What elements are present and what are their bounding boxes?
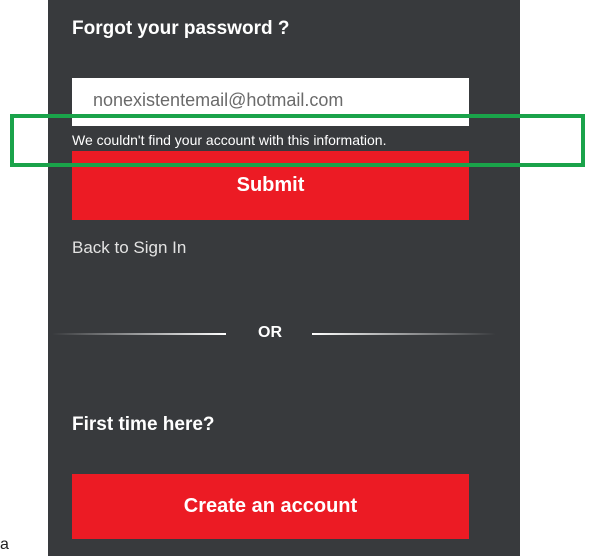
or-divider: OR (48, 322, 520, 346)
submit-button[interactable]: Submit (72, 151, 469, 220)
create-account-button[interactable]: Create an account (72, 474, 469, 539)
page-title: Forgot your password ? (72, 18, 290, 39)
signup-heading: First time here? (72, 414, 215, 435)
divider-line-right (312, 333, 496, 335)
email-field[interactable] (72, 78, 469, 126)
error-message: We couldn't find your account with this … (72, 132, 387, 148)
divider-label: OR (258, 324, 282, 341)
divider-line-left (52, 333, 226, 335)
back-to-sign-in-link[interactable]: Back to Sign In (72, 238, 186, 258)
stray-text: a (0, 536, 9, 553)
